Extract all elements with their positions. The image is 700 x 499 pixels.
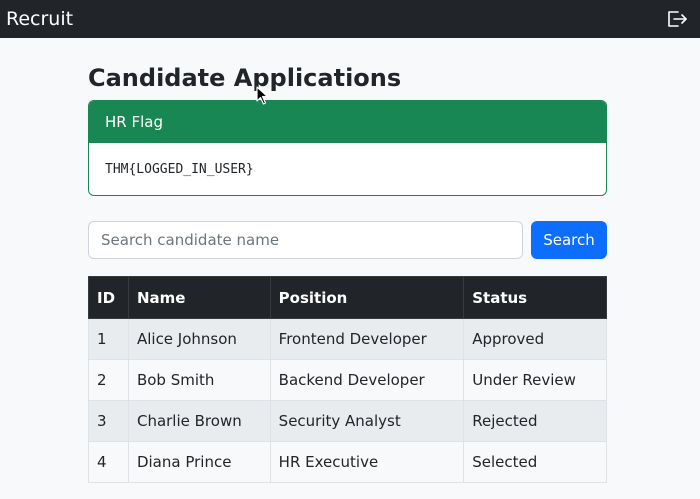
header-position: Position xyxy=(269,276,465,319)
table-row: 2 Bob Smith Backend Developer Under Revi… xyxy=(88,359,607,401)
table-row: 3 Charlie Brown Security Analyst Rejecte… xyxy=(88,400,607,442)
cell-status: Selected xyxy=(463,441,607,483)
page-title: Candidate Applications xyxy=(88,64,402,92)
header-name: Name xyxy=(127,276,271,319)
table-row: 1 Alice Johnson Frontend Developer Appro… xyxy=(88,318,607,360)
logout-button[interactable] xyxy=(664,6,690,32)
header-status: Status xyxy=(463,276,607,319)
cell-status: Rejected xyxy=(463,400,607,442)
flag-card-header: HR Flag xyxy=(89,101,606,143)
cell-position: Backend Developer xyxy=(269,359,465,401)
search-button[interactable]: Search xyxy=(531,221,607,259)
cell-position: Frontend Developer xyxy=(269,318,465,360)
search-form: Search xyxy=(88,221,607,259)
candidates-table: ID Name Position Status 1 Alice Johnson … xyxy=(88,276,607,483)
header-id: ID xyxy=(88,276,129,319)
main-content: Candidate Applications HR Flag THM{LOGGE… xyxy=(88,60,607,483)
search-input[interactable] xyxy=(88,221,523,259)
flag-card: HR Flag THM{LOGGED_IN_USER} xyxy=(88,100,607,196)
cell-name: Charlie Brown xyxy=(127,400,271,442)
navbar: Recruit xyxy=(0,0,700,38)
cell-position: HR Executive xyxy=(269,441,465,483)
cell-name: Bob Smith xyxy=(127,359,271,401)
cell-id: 4 xyxy=(88,441,129,483)
table-row: 4 Diana Prince HR Executive Selected xyxy=(88,441,607,483)
logout-icon xyxy=(668,11,687,27)
cell-id: 3 xyxy=(88,400,129,442)
table-header-row: ID Name Position Status xyxy=(88,276,607,319)
mouse-cursor-icon xyxy=(256,86,269,105)
cell-position: Security Analyst xyxy=(269,400,465,442)
brand-logo[interactable]: Recruit xyxy=(6,5,73,33)
cell-id: 1 xyxy=(88,318,129,360)
cell-name: Diana Prince xyxy=(127,441,271,483)
cell-status: Approved xyxy=(463,318,607,360)
cell-status: Under Review xyxy=(463,359,607,401)
cell-id: 2 xyxy=(88,359,129,401)
flag-value: THM{LOGGED_IN_USER} xyxy=(105,161,254,177)
cell-name: Alice Johnson xyxy=(127,318,271,360)
